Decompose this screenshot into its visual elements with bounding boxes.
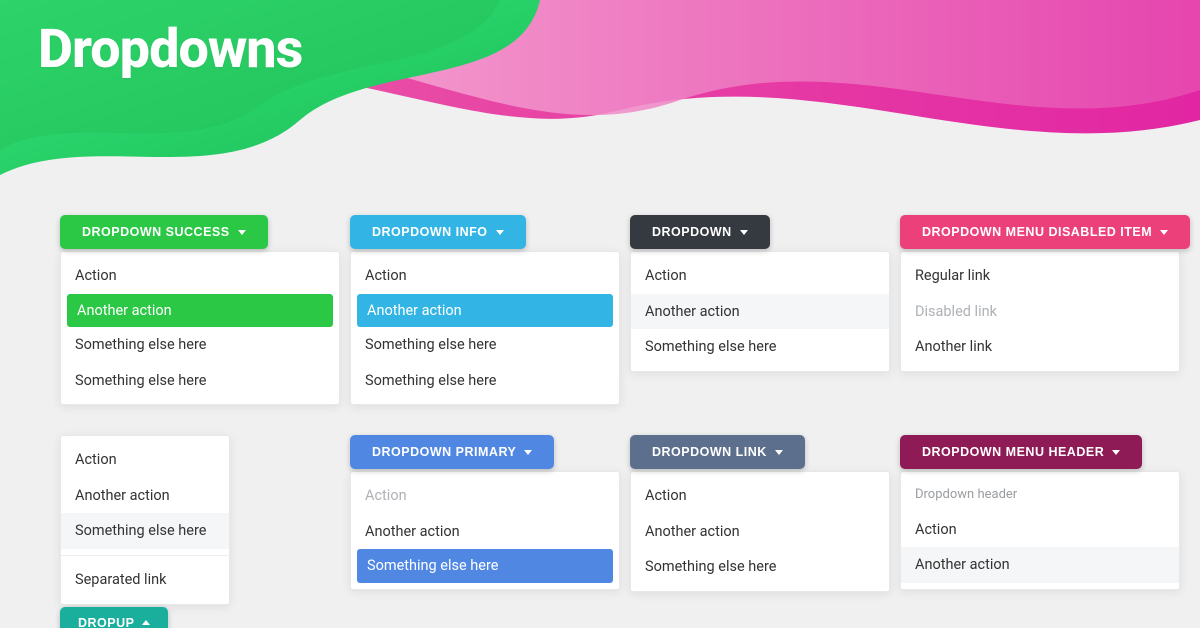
menu-item[interactable]: Something else here [61, 327, 339, 363]
button-label: DROPDOWN LINK [652, 445, 767, 459]
menu-item[interactable]: Action [631, 478, 889, 514]
page-title: Dropdowns [38, 18, 302, 81]
menu-item[interactable]: Something else here [631, 549, 889, 585]
menu-item-active[interactable]: Something else here [357, 549, 613, 583]
caret-down-icon [740, 230, 748, 235]
menu-item-disabled: Action [351, 478, 619, 514]
menu-item[interactable]: Another link [901, 329, 1179, 365]
menu-item[interactable]: Another action [61, 478, 229, 514]
caret-down-icon [1160, 230, 1168, 235]
dropup: Action Another action Something else her… [60, 435, 340, 628]
dropdown-info-menu: Action Another action Something else her… [350, 251, 620, 405]
menu-item[interactable]: Another action [351, 514, 619, 550]
caret-down-icon [1112, 450, 1120, 455]
dropup-button[interactable]: DROPUP [60, 607, 168, 628]
caret-down-icon [524, 450, 532, 455]
menu-item[interactable]: Action [61, 442, 229, 478]
dropdown-success-menu: Action Another action Something else her… [60, 251, 340, 405]
button-label: DROPUP [78, 616, 134, 628]
menu-item-active[interactable]: Another action [357, 294, 613, 328]
button-label: DROPDOWN SUCCESS [82, 225, 230, 239]
dropdown-primary: DROPDOWN PRIMARY Action Another action S… [350, 435, 620, 590]
dropdown-header-button[interactable]: DROPDOWN MENU HEADER [900, 435, 1142, 469]
menu-item[interactable]: Something else here [351, 363, 619, 399]
dropdown-dark: DROPDOWN Action Another action Something… [630, 215, 890, 372]
menu-item-active[interactable]: Another action [67, 294, 333, 328]
dropdown-info: DROPDOWN INFO Action Another action Some… [350, 215, 620, 405]
dropdown-success: DROPDOWN SUCCESS Action Another action S… [60, 215, 340, 405]
dropdown-primary-button[interactable]: DROPDOWN PRIMARY [350, 435, 554, 469]
menu-header: Dropdown header [901, 478, 1179, 512]
menu-item[interactable]: Action [901, 512, 1179, 548]
menu-item[interactable]: Another action [631, 514, 889, 550]
button-label: DROPDOWN [652, 225, 732, 239]
dropdown-dark-menu: Action Another action Something else her… [630, 251, 890, 372]
menu-item[interactable]: Something else here [351, 327, 619, 363]
dropdown-link-menu: Action Another action Something else her… [630, 471, 890, 592]
dropdown-dark-button[interactable]: DROPDOWN [630, 215, 770, 249]
caret-down-icon [775, 450, 783, 455]
menu-item[interactable]: Something else here [61, 363, 339, 399]
menu-item[interactable]: Regular link [901, 258, 1179, 294]
menu-item[interactable]: Separated link [61, 562, 229, 598]
button-label: DROPDOWN MENU DISABLED ITEM [922, 225, 1152, 239]
menu-divider [61, 555, 229, 556]
dropdown-info-button[interactable]: DROPDOWN INFO [350, 215, 526, 249]
dropdown-header-demo: DROPDOWN MENU HEADER Dropdown header Act… [900, 435, 1180, 590]
menu-item[interactable]: Action [631, 258, 889, 294]
dropdown-disabled-button[interactable]: DROPDOWN MENU DISABLED ITEM [900, 215, 1190, 249]
button-label: DROPDOWN PRIMARY [372, 445, 516, 459]
menu-item-disabled: Disabled link [901, 294, 1179, 330]
caret-up-icon [142, 620, 150, 625]
dropdown-header-menu: Dropdown header Action Another action [900, 471, 1180, 590]
dropdown-disabled-demo: DROPDOWN MENU DISABLED ITEM Regular link… [900, 215, 1180, 372]
menu-item[interactable]: Action [351, 258, 619, 294]
dropdown-disabled-menu: Regular link Disabled link Another link [900, 251, 1180, 372]
menu-item-hover[interactable]: Something else here [61, 513, 229, 549]
dropdown-success-button[interactable]: DROPDOWN SUCCESS [60, 215, 268, 249]
button-label: DROPDOWN MENU HEADER [922, 445, 1104, 459]
menu-item-hover[interactable]: Another action [901, 547, 1179, 583]
demo-grid: DROPDOWN SUCCESS Action Another action S… [60, 215, 1160, 628]
dropdown-link-button[interactable]: DROPDOWN LINK [630, 435, 805, 469]
hero-banner: Dropdowns [0, 0, 1200, 200]
menu-item[interactable]: Something else here [631, 329, 889, 365]
menu-item[interactable]: Action [61, 258, 339, 294]
menu-item-hover[interactable]: Another action [631, 294, 889, 330]
caret-down-icon [496, 230, 504, 235]
button-label: DROPDOWN INFO [372, 225, 488, 239]
dropup-menu: Action Another action Something else her… [60, 435, 230, 604]
caret-down-icon [238, 230, 246, 235]
dropdown-link: DROPDOWN LINK Action Another action Some… [630, 435, 890, 592]
dropdown-primary-menu: Action Another action Something else her… [350, 471, 620, 590]
